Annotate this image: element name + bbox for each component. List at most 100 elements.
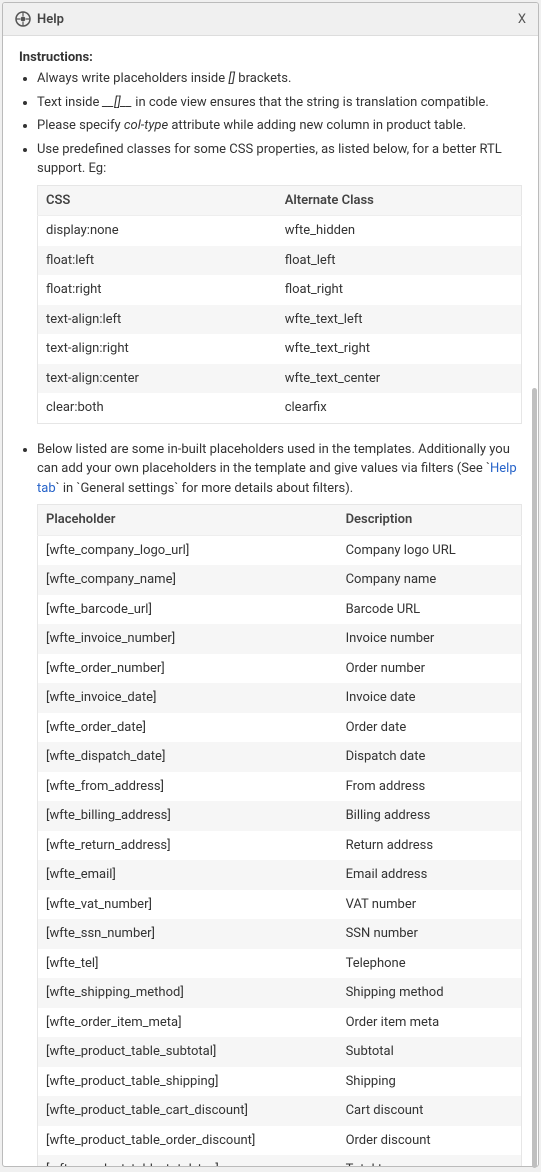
placeholder-cell: [wfte_billing_address] xyxy=(38,801,338,831)
description-cell: Invoice date xyxy=(338,683,522,713)
table-row: [wfte_product_table_subtotal]Subtotal xyxy=(38,1037,522,1067)
help-icon xyxy=(15,11,31,27)
table-row: [wfte_invoice_date]Invoice date xyxy=(38,683,522,713)
table-row: float:rightfloat_right xyxy=(38,275,522,305)
placeholder-cell: [wfte_tel] xyxy=(38,949,338,979)
description-cell: Company name xyxy=(338,565,522,595)
dialog-content: Instructions: Always write placeholders … xyxy=(3,36,538,1166)
placeholder-cell: [wfte_email] xyxy=(38,860,338,890)
placeholder-cell: [wfte_invoice_date] xyxy=(38,683,338,713)
description-cell: Return address xyxy=(338,831,522,861)
css-cell: float:right xyxy=(38,275,277,305)
placeholder-cell: [wfte_order_item_meta] xyxy=(38,1008,338,1038)
css-cell: text-align:right xyxy=(38,334,277,364)
description-cell: VAT number xyxy=(338,890,522,920)
placeholder-cell: [wfte_return_address] xyxy=(38,831,338,861)
col-header-css: CSS xyxy=(38,185,277,216)
table-row: [wfte_vat_number]VAT number xyxy=(38,890,522,920)
css-cell: text-align:center xyxy=(38,364,277,394)
table-row: [wfte_barcode_url]Barcode URL xyxy=(38,595,522,625)
titlebar-left: Help xyxy=(15,11,64,27)
description-cell: Order number xyxy=(338,654,522,684)
css-cell: float:left xyxy=(38,246,277,276)
text: Text inside xyxy=(37,95,103,110)
instruction-item: Text inside __[]__ in code view ensures … xyxy=(37,93,522,113)
css-cell: text-align:left xyxy=(38,305,277,335)
description-cell: Order discount xyxy=(338,1126,522,1156)
table-row: [wfte_product_table_cart_discount]Cart d… xyxy=(38,1096,522,1126)
placeholder-cell: [wfte_product_table_order_discount] xyxy=(38,1126,338,1156)
table-row: display:nonewfte_hidden xyxy=(38,216,522,246)
table-row: [wfte_invoice_number]Invoice number xyxy=(38,624,522,654)
text: Please specify xyxy=(37,118,124,133)
placeholder-cell: [wfte_product_table_total_tax] xyxy=(38,1155,338,1166)
table-row: [wfte_dispatch_date]Dispatch date xyxy=(38,742,522,772)
close-button[interactable]: X xyxy=(518,12,526,27)
placeholder-cell: [wfte_company_name] xyxy=(38,565,338,595)
css-cell: clear:both xyxy=(38,393,277,423)
description-cell: From address xyxy=(338,772,522,802)
table-row: [wfte_product_table_shipping]Shipping xyxy=(38,1067,522,1097)
text: attribute while adding new column in pro… xyxy=(168,118,466,133)
table-row: [wfte_from_address]From address xyxy=(38,772,522,802)
table-row: [wfte_order_item_meta]Order item meta xyxy=(38,1008,522,1038)
alt-class-cell: wfte_text_center xyxy=(277,364,522,394)
description-cell: Company logo URL xyxy=(338,535,522,565)
alt-class-cell: wfte_hidden xyxy=(277,216,522,246)
placeholder-cell: [wfte_product_table_shipping] xyxy=(38,1067,338,1097)
table-row: float:leftfloat_left xyxy=(38,246,522,276)
description-cell: Barcode URL xyxy=(338,595,522,625)
table-header-row: CSS Alternate Class xyxy=(38,185,522,216)
titlebar: Help X xyxy=(3,3,538,36)
table-row: [wfte_company_logo_url]Company logo URL xyxy=(38,535,522,565)
alt-class-cell: float_left xyxy=(277,246,522,276)
table-row: [wfte_company_name]Company name xyxy=(38,565,522,595)
description-cell: Shipping xyxy=(338,1067,522,1097)
alt-class-cell: clearfix xyxy=(277,393,522,423)
placeholder-cell: [wfte_ssn_number] xyxy=(38,919,338,949)
description-cell: Billing address xyxy=(338,801,522,831)
dialog-title: Help xyxy=(37,12,64,27)
text: in code view ensures that the string is … xyxy=(132,95,489,110)
text: Below listed are some in-built placehold… xyxy=(37,442,510,477)
em: col-type xyxy=(124,118,168,133)
placeholder-cell: [wfte_barcode_url] xyxy=(38,595,338,625)
em: __[]__ xyxy=(103,95,132,110)
instruction-item: Please specify col-type attribute while … xyxy=(37,116,522,136)
alt-class-cell: wfte_text_left xyxy=(277,305,522,335)
table-row: [wfte_ssn_number]SSN number xyxy=(38,919,522,949)
instruction-item: Below listed are some in-built placehold… xyxy=(37,440,522,1167)
table-row: text-align:leftwfte_text_left xyxy=(38,305,522,335)
placeholder-cell: [wfte_dispatch_date] xyxy=(38,742,338,772)
table-row: clear:bothclearfix xyxy=(38,393,522,423)
description-cell: SSN number xyxy=(338,919,522,949)
instructions-list: Always write placeholders inside [] brac… xyxy=(19,69,522,424)
table-row: [wfte_tel]Telephone xyxy=(38,949,522,979)
placeholder-cell: [wfte_shipping_method] xyxy=(38,978,338,1008)
description-cell: Total tax xyxy=(338,1155,522,1166)
alt-class-cell: float_right xyxy=(277,275,522,305)
placeholders-table: Placeholder Description [wfte_company_lo… xyxy=(37,504,522,1166)
placeholder-cell: [wfte_from_address] xyxy=(38,772,338,802)
description-cell: Shipping method xyxy=(338,978,522,1008)
instruction-item: Use predefined classes for some CSS prop… xyxy=(37,140,522,424)
table-row: text-align:centerwfte_text_center xyxy=(38,364,522,394)
description-cell: Telephone xyxy=(338,949,522,979)
table-row: [wfte_shipping_method]Shipping method xyxy=(38,978,522,1008)
description-cell: Dispatch date xyxy=(338,742,522,772)
text: ` in `General settings` for more details… xyxy=(56,481,354,496)
placeholder-cell: [wfte_company_logo_url] xyxy=(38,535,338,565)
alt-class-cell: wfte_text_right xyxy=(277,334,522,364)
table-row: [wfte_product_table_total_tax]Total tax xyxy=(38,1155,522,1166)
placeholder-cell: [wfte_invoice_number] xyxy=(38,624,338,654)
table-row: text-align:rightwfte_text_right xyxy=(38,334,522,364)
placeholder-cell: [wfte_order_number] xyxy=(38,654,338,684)
col-header-placeholder: Placeholder xyxy=(38,505,338,536)
css-classes-table: CSS Alternate Class display:nonewfte_hid… xyxy=(37,185,522,424)
placeholder-cell: [wfte_vat_number] xyxy=(38,890,338,920)
col-header-description: Description xyxy=(338,505,522,536)
table-row: [wfte_email]Email address xyxy=(38,860,522,890)
instructions-heading: Instructions: xyxy=(19,50,522,65)
description-cell: Email address xyxy=(338,860,522,890)
scrollbar-thumb[interactable] xyxy=(532,388,537,1168)
